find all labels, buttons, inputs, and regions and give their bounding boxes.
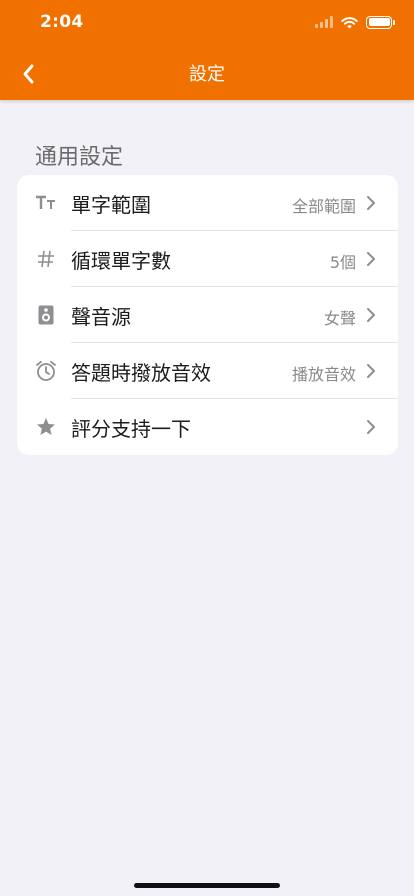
settings-screen: 2:04 設定 通用設定 單字範圍 全部範圍 循環單字數 5個 聲音源 女聲 答… (0, 0, 414, 896)
row-label: 評分支持一下 (71, 417, 191, 441)
row-label: 聲音源 (71, 305, 131, 329)
header: 2:04 設定 (0, 0, 414, 100)
status-time: 2:04 (40, 12, 84, 32)
row-value: 5個 (329, 253, 356, 272)
cellular-signal-icon (315, 16, 333, 28)
row-value: 播放音效 (291, 365, 356, 384)
status-icons (315, 14, 395, 30)
loop-word-count-row[interactable]: 循環單字數 5個 (17, 231, 398, 287)
chevron-right-icon (367, 420, 375, 434)
chevron-right-icon (367, 196, 375, 210)
answer-sound-effect-row[interactable]: 答題時撥放音效 播放音效 (17, 343, 398, 399)
page-title: 設定 (189, 64, 225, 85)
chevron-right-icon (367, 252, 375, 266)
word-range-row[interactable]: 單字範圍 全部範圍 (17, 175, 398, 231)
star-icon (35, 416, 57, 438)
wifi-icon (341, 16, 358, 28)
text-size-icon (35, 192, 57, 214)
row-value: 全部範圍 (291, 197, 356, 216)
chevron-right-icon (367, 364, 375, 378)
home-indicator[interactable] (134, 883, 280, 888)
voice-source-row[interactable]: 聲音源 女聲 (17, 287, 398, 343)
row-label: 循環單字數 (71, 249, 171, 273)
settings-list: 單字範圍 全部範圍 循環單字數 5個 聲音源 女聲 答題時撥放音效 播放音效 評… (17, 175, 398, 455)
chevron-right-icon (367, 308, 375, 322)
battery-icon (366, 15, 395, 29)
speaker-icon (35, 304, 57, 326)
row-label: 單字範圍 (71, 193, 151, 217)
alarm-clock-icon (35, 360, 57, 382)
row-value: 女聲 (323, 309, 356, 328)
row-label: 答題時撥放音效 (71, 361, 211, 385)
rate-app-row[interactable]: 評分支持一下 (17, 399, 398, 455)
hash-icon (35, 248, 57, 270)
section-title: 通用設定 (35, 145, 124, 170)
